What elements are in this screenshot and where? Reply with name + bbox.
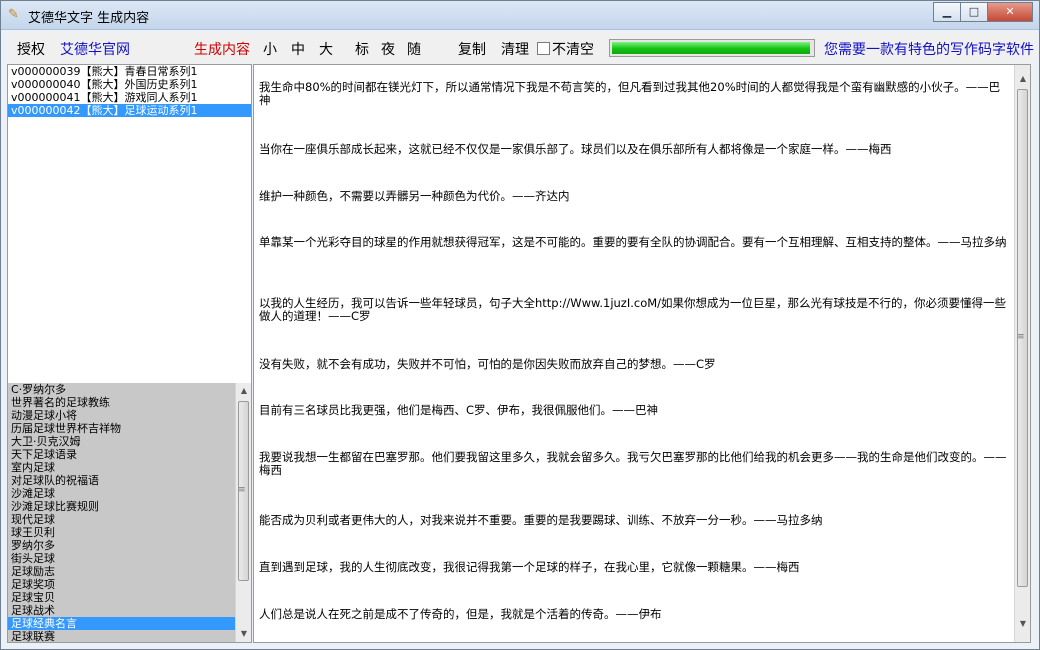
content-paragraph: 目前有三名球员比我更强，他们是梅西、C罗、伊布，我很佩服他们。——巴神 — [259, 403, 659, 417]
window-title: 艾德华文字 生成内容 — [28, 11, 150, 26]
scroll-down-arrow-icon[interactable]: ▼ — [236, 626, 251, 642]
window-controls: ▁ □ ✕ — [933, 2, 1033, 22]
clear-button[interactable]: 清理 — [501, 39, 529, 59]
topic-list-item[interactable]: 足球经典名言 — [8, 617, 235, 630]
content-paragraph: 单靠某一个光彩夺目的球星的作用就想获得冠军，这是不可能的。重要的要有全队的协调配… — [259, 235, 1007, 249]
no-clear-label: 不清空 — [552, 42, 594, 58]
copy-button[interactable]: 复制 — [458, 39, 486, 59]
left-pane: v000000039【熊大】青春日常系列1 v000000040【熊大】外国历史系… — [7, 64, 252, 643]
topic-list-item[interactable]: 足球励志 — [8, 565, 235, 578]
topic-list-item[interactable]: 大卫·贝克汉姆 — [8, 435, 235, 448]
series-list-item[interactable]: v000000041【熊大】游戏同人系列1 — [8, 91, 251, 104]
grip-icon: ≡ — [1017, 332, 1025, 342]
font-size-large-button[interactable]: 大 — [319, 39, 333, 59]
font-size-small-button[interactable]: 小 — [263, 39, 277, 59]
content-paragraph: 直到遇到足球，我的人生彻底改变，我很记得我第一个足球的样子，在我心里，它就像一颗… — [259, 560, 800, 574]
content-pane[interactable]: 我生命中80%的时间都在镁光灯下，所以通常情况下我是不苟言笑的，但凡看到过我其他… — [253, 64, 1031, 643]
topic-list-item[interactable]: 对足球队的祝福语 — [8, 474, 235, 487]
topic-list-scrollbar[interactable]: ▲ ≡ ▼ — [235, 383, 251, 642]
progress-bar — [609, 39, 815, 57]
topic-list-item[interactable]: 足球宝贝 — [8, 591, 235, 604]
topic-list-item[interactable]: 街头足球 — [8, 552, 235, 565]
content-paragraph: 没有失败，就不会有成功，失败并不可怕，可怕的是你因失败而放弃自己的梦想。——C罗 — [259, 357, 716, 371]
series-list-item[interactable]: v000000042【熊大】足球运动系列1 — [8, 104, 251, 117]
maximize-button[interactable]: □ — [960, 2, 988, 22]
title-bar[interactable]: ✎ 艾德华文字 生成内容 ▁ □ ✕ — [1, 1, 1039, 30]
series-list-item[interactable]: v000000040【熊大】外国历史系列1 — [8, 78, 251, 91]
scroll-up-arrow-icon[interactable]: ▲ — [236, 383, 251, 399]
font-size-medium-button[interactable]: 中 — [291, 39, 305, 59]
close-button[interactable]: ✕ — [987, 2, 1033, 22]
theme-random-button[interactable]: 随 — [407, 39, 421, 59]
official-site-link[interactable]: 艾德华官网 — [60, 39, 130, 59]
grip-icon: ≡ — [238, 485, 246, 495]
topic-list-item[interactable]: C·罗纳尔多 — [8, 383, 235, 396]
scroll-up-arrow-icon[interactable]: ▲ — [1015, 71, 1030, 87]
topic-list[interactable]: C·罗纳尔多 世界著名的足球教练 动漫足球小将 历届足球世界杯吉祥物 大卫·贝克汉姆 天下… — [8, 383, 235, 642]
authorize-button[interactable]: 授权 — [17, 39, 45, 59]
no-clear-checkbox[interactable]: 不清空 — [537, 39, 594, 59]
topic-list-item[interactable]: 室内足球 — [8, 461, 235, 474]
minimize-button[interactable]: ▁ — [933, 2, 961, 22]
content-paragraph: 我生命中80%的时间都在镁光灯下，所以通常情况下我是不苟言笑的，但凡看到过我其他… — [259, 80, 1001, 107]
topic-list-item[interactable]: 世界著名的足球教练 — [8, 396, 235, 409]
promo-link[interactable]: 您需要一款有特色的写作码字软件 — [824, 39, 1034, 59]
series-list[interactable]: v000000039【熊大】青春日常系列1 v000000040【熊大】外国历史系… — [8, 65, 251, 380]
app-icon: ✎ — [8, 7, 19, 22]
progress-fill — [612, 42, 810, 54]
topic-list-item[interactable]: 足球奖项 — [8, 578, 235, 591]
theme-standard-button[interactable]: 标 — [355, 39, 369, 59]
topic-list-item[interactable]: 动漫足球小将 — [8, 409, 235, 422]
topic-list-container: C·罗纳尔多 世界著名的足球教练 动漫足球小将 历届足球世界杯吉祥物 大卫·贝克汉姆 天下… — [8, 383, 251, 642]
content-paragraph: 能否成为贝利或者更伟大的人，对我来说并不重要。重要的是我要踢球、训练、不放弃一分… — [259, 513, 823, 527]
topic-list-item[interactable]: 足球联赛 — [8, 630, 235, 642]
scroll-down-arrow-icon[interactable]: ▼ — [1015, 616, 1030, 632]
topic-list-item[interactable]: 沙滩足球 — [8, 487, 235, 500]
content-paragraph: 维护一种颜色，不需要以弄髒另一种颜色为代价。——齐达内 — [259, 189, 570, 203]
topic-list-item[interactable]: 现代足球 — [8, 513, 235, 526]
content-paragraph: 人们总是说人在死之前是成不了传奇的，但是，我就是个活着的传奇。——伊布 — [259, 607, 662, 621]
generate-button[interactable]: 生成内容 — [194, 39, 250, 59]
content-scrollbar[interactable]: ▲ ≡ ▼ — [1014, 65, 1030, 642]
topic-list-item[interactable]: 足球战术 — [8, 604, 235, 617]
theme-night-button[interactable]: 夜 — [381, 39, 395, 59]
topic-list-item[interactable]: 天下足球语录 — [8, 448, 235, 461]
topic-list-item[interactable]: 球王贝利 — [8, 526, 235, 539]
content-paragraph: 以我的人生经历，我可以告诉一些年轻球员，句子大全http://Www.1juzI… — [259, 296, 1007, 323]
checkbox-box[interactable] — [537, 42, 550, 55]
toolbar: 授权 艾德华官网 生成内容 小 中 大 标 夜 随 复制 清理 不清空 您需要一… — [7, 33, 1035, 63]
content-paragraph: 当你在一座俱乐部成长起来，这就已经不仅仅是一家俱乐部了。球员们以及在俱乐部所有人… — [259, 142, 892, 156]
topic-list-item[interactable]: 历届足球世界杯吉祥物 — [8, 422, 235, 435]
topic-list-item[interactable]: 罗纳尔多 — [8, 539, 235, 552]
content-paragraph: 我要说我想一生都留在巴塞罗那。他们要我留这里多久，我就会留多久。我亏欠巴塞罗那的… — [259, 450, 1007, 477]
series-list-item[interactable]: v000000039【熊大】青春日常系列1 — [8, 65, 251, 78]
app-window: ✎ 艾德华文字 生成内容 ▁ □ ✕ 授权 艾德华官网 生成内容 小 中 大 标… — [0, 0, 1040, 650]
topic-list-item[interactable]: 沙滩足球比赛规则 — [8, 500, 235, 513]
